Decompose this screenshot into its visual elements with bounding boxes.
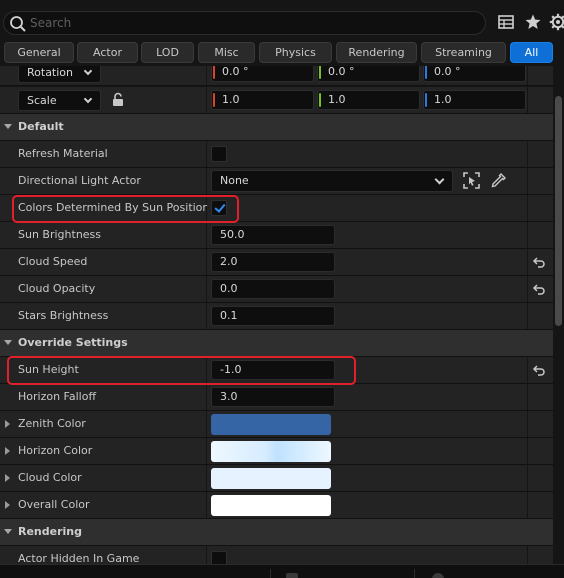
section-override-settings[interactable]: Override Settings [0, 330, 553, 357]
sun-brightness-row: Sun Brightness 50.0 [0, 222, 553, 249]
chevron-down-icon [434, 174, 445, 185]
filter-rendering[interactable]: Rendering [336, 42, 417, 63]
section-title: Override Settings [18, 336, 128, 349]
property-label: Cloud Color [18, 471, 82, 484]
filter-physics[interactable]: Physics [259, 42, 332, 63]
section-title: Default [18, 120, 64, 133]
reset-to-default-icon[interactable] [532, 363, 546, 377]
expand-arrow-icon[interactable] [5, 501, 10, 509]
property-label: Cloud Speed [18, 255, 88, 268]
rotation-label: Rotation [27, 66, 74, 79]
horizon-falloff-row: Horizon Falloff 3.0 [0, 384, 553, 411]
horizon-falloff-field[interactable]: 3.0 [211, 387, 335, 407]
cloud-speed-field[interactable]: 2.0 [211, 252, 335, 272]
filter-lod[interactable]: LOD [141, 42, 194, 63]
browse-to-actor-icon[interactable] [463, 172, 480, 189]
property-label: Horizon Color [18, 444, 93, 457]
search-icon [10, 16, 26, 32]
colors-determined-by-sun-checkbox[interactable] [211, 200, 227, 216]
chevron-down-icon [83, 66, 93, 76]
reset-to-default-icon[interactable] [532, 282, 546, 296]
table-view-icon[interactable] [497, 13, 515, 31]
rotation-mode-dropdown[interactable]: Rotation [18, 66, 101, 83]
cloud-speed-row: Cloud Speed 2.0 [0, 249, 553, 276]
scale-mode-dropdown[interactable]: Scale [18, 90, 101, 111]
horizon-color-swatch[interactable] [211, 441, 331, 462]
rotation-y-field[interactable]: 0.0 ° [317, 66, 420, 82]
sun-brightness-field[interactable]: 50.0 [211, 225, 335, 245]
rotation-x-field[interactable]: 0.0 ° [211, 66, 314, 82]
filter-misc[interactable]: Misc [198, 42, 255, 63]
property-label: Stars Brightness [18, 309, 109, 322]
property-label: Sun Brightness [18, 228, 102, 241]
expand-arrow-icon[interactable] [5, 420, 10, 428]
cloud-color-swatch[interactable] [211, 468, 331, 489]
settings-gear-icon[interactable] [549, 13, 564, 31]
refresh-material-checkbox[interactable] [211, 146, 227, 162]
overall-color-row: Overall Color [0, 492, 553, 519]
directional-light-actor-dropdown[interactable]: None [211, 170, 453, 192]
property-label: Overall Color [18, 498, 90, 511]
zenith-color-swatch[interactable] [211, 414, 331, 435]
zenith-color-row: Zenith Color [0, 411, 553, 438]
bottom-search-icon[interactable] [432, 573, 444, 578]
expand-arrow-icon[interactable] [5, 474, 10, 482]
colors-determined-by-sun-row: Colors Determined By Sun Position [0, 195, 553, 222]
eyedropper-picker-icon[interactable] [490, 172, 507, 189]
chevron-down-icon [83, 94, 93, 104]
favorite-star-icon[interactable] [524, 13, 542, 31]
bottom-bar [0, 564, 564, 578]
property-list[interactable]: Rotation 0.0 ° 0.0 ° 0.0 ° Scale 1.0 1.0 [0, 66, 553, 564]
expand-arrow-icon[interactable] [5, 447, 10, 455]
rotation-row: Rotation 0.0 ° 0.0 ° 0.0 ° [0, 66, 553, 86]
bottom-tab-icon[interactable] [286, 573, 298, 578]
filter-general[interactable]: General [4, 42, 74, 63]
sun-height-field[interactable]: -1.0 [211, 360, 335, 380]
section-default[interactable]: Default [0, 114, 553, 141]
property-label: Refresh Material [18, 147, 108, 160]
cloud-color-row: Cloud Color [0, 465, 553, 492]
category-filter-bar: General Actor LOD Misc Physics Rendering… [0, 40, 564, 66]
filter-streaming[interactable]: Streaming [421, 42, 506, 63]
caret-down-icon [4, 340, 12, 345]
cloud-opacity-field[interactable]: 0.0 [211, 279, 335, 299]
cloud-opacity-row: Cloud Opacity 0.0 [0, 276, 553, 303]
property-label: Sun Height [18, 363, 79, 376]
refresh-material-row: Refresh Material [0, 141, 553, 168]
details-toolbar [0, 0, 564, 40]
property-label: Directional Light Actor [18, 174, 141, 187]
search-input[interactable] [30, 14, 470, 32]
property-label: Zenith Color [18, 417, 86, 430]
sun-height-row: Sun Height -1.0 [0, 357, 553, 384]
scale-z-field[interactable]: 1.0 [423, 90, 526, 110]
caret-down-icon [4, 124, 12, 129]
reset-to-default-icon[interactable] [532, 255, 546, 269]
directional-light-actor-row: Directional Light Actor None [0, 168, 553, 195]
search-box[interactable] [3, 11, 486, 35]
scale-x-field[interactable]: 1.0 [211, 90, 314, 110]
overall-color-swatch[interactable] [211, 495, 331, 516]
property-label: Actor Hidden In Game [18, 552, 140, 564]
actor-hidden-in-game-row: Actor Hidden In Game [0, 546, 553, 564]
scale-label: Scale [27, 94, 57, 107]
rotation-z-field[interactable]: 0.0 ° [423, 66, 526, 82]
section-title: Rendering [18, 525, 82, 538]
property-label: Cloud Opacity [18, 282, 96, 295]
vertical-scrollbar[interactable] [553, 66, 564, 564]
filter-all[interactable]: All [510, 42, 553, 63]
actor-hidden-in-game-checkbox[interactable] [211, 551, 227, 564]
scrollbar-thumb[interactable] [555, 96, 562, 326]
scale-row: Scale 1.0 1.0 1.0 [0, 87, 553, 114]
scale-y-field[interactable]: 1.0 [317, 90, 420, 110]
horizon-color-row: Horizon Color [0, 438, 553, 465]
stars-brightness-field[interactable]: 0.1 [211, 306, 335, 326]
lock-icon[interactable] [111, 92, 125, 108]
filter-actor[interactable]: Actor [77, 42, 138, 63]
property-label: Colors Determined By Sun Position [18, 201, 210, 214]
caret-down-icon [4, 529, 12, 534]
stars-brightness-row: Stars Brightness 0.1 [0, 303, 553, 330]
property-label: Horizon Falloff [18, 390, 97, 403]
section-rendering[interactable]: Rendering [0, 519, 553, 546]
